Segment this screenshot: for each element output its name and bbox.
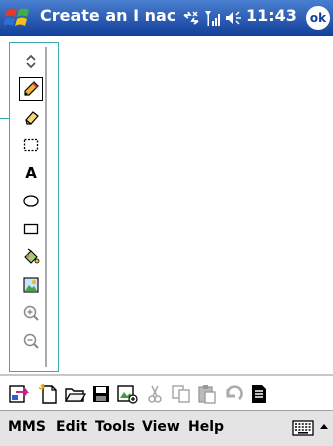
clock-time[interactable]: 11:43 [246,6,297,25]
ok-button[interactable]: ok [306,6,330,30]
eraser-tool[interactable] [19,105,43,129]
text-tool[interactable]: A [19,161,43,185]
zoom-out-icon [23,333,39,349]
rectangle-tool[interactable] [19,217,43,241]
document-icon[interactable] [248,383,270,405]
selection-rectangle-icon [23,138,39,152]
menu-help[interactable]: Help [188,419,224,435]
send-mms-icon[interactable] [8,383,30,405]
pencil-icon [24,81,39,96]
copy-icon[interactable] [170,383,192,405]
eraser-icon [25,111,39,125]
input-panel-arrow-icon[interactable] [318,421,330,433]
paint-bucket-icon [24,248,40,264]
tool-palette: A [9,42,59,372]
open-folder-icon[interactable] [64,383,86,405]
undo-icon[interactable] [222,383,244,405]
zoom-in-tool[interactable] [19,301,43,325]
cut-icon[interactable] [144,383,166,405]
paste-icon[interactable] [196,383,218,405]
keyboard-icon[interactable] [292,420,314,436]
fill-tool[interactable] [19,245,43,269]
collapse-palette-button[interactable] [19,49,43,73]
ellipse-tool[interactable] [19,189,43,213]
menu-edit[interactable]: Edit [56,419,87,435]
menu-mms[interactable]: MMS [8,419,46,435]
save-icon[interactable] [90,383,112,405]
text-icon: A [25,164,37,182]
title-bar: Create an I nac 11:43 ok [0,0,333,36]
ellipse-icon [23,195,39,207]
menu-bar: MMS Edit Tools View Help [0,410,333,446]
callout-line [0,118,9,119]
signal-strength-icon[interactable] [204,9,222,27]
connectivity-icon[interactable] [182,9,200,27]
new-file-icon[interactable] [38,383,60,405]
menu-view[interactable]: View [142,419,180,435]
windows-start-icon[interactable] [4,4,34,32]
properties-icon[interactable] [116,383,138,405]
zoom-in-icon [23,305,39,321]
app-title: Create an I nac [40,6,175,25]
expand-collapse-icon [26,54,36,69]
picture-icon [23,277,39,293]
tool-column: A [18,47,47,367]
rectangle-icon [23,223,39,235]
volume-icon[interactable] [225,9,243,27]
insert-picture-tool[interactable] [19,273,43,297]
command-toolbar [0,374,333,412]
pencil-tool[interactable] [19,77,43,101]
zoom-out-tool[interactable] [19,329,43,353]
select-tool[interactable] [19,133,43,157]
menu-tools[interactable]: Tools [95,419,135,435]
